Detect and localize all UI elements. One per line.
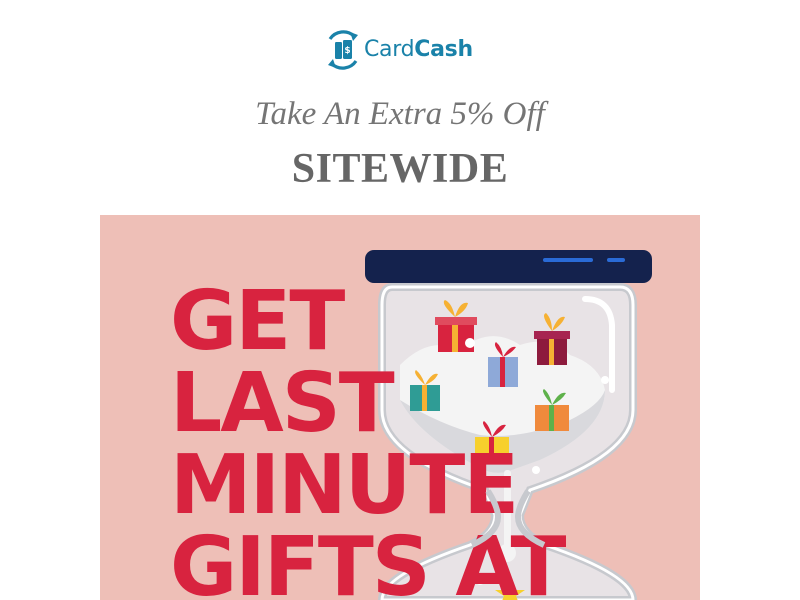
cardcash-logo-icon: $ (325, 30, 361, 70)
promo-banner[interactable]: GET LAST MINUTE GIFTS AT (100, 215, 700, 600)
hourglass-frame-icon (470, 489, 546, 548)
cardcash-logo-text: CardCash (364, 39, 473, 61)
cardcash-logo[interactable]: $ CardCash (325, 28, 473, 72)
logo-text-card: Card (364, 37, 415, 62)
offer-subhead: Take An Extra 5% Off (255, 96, 545, 132)
logo-text-cash: Cash (414, 37, 473, 62)
svg-text:$: $ (344, 46, 350, 56)
offer-headline: SITEWIDE (291, 146, 509, 192)
